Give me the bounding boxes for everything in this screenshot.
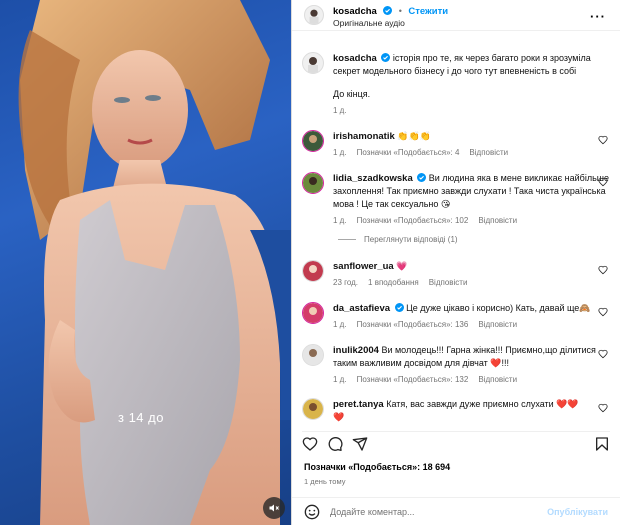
video-overlay-text: з 14 до <box>118 410 164 425</box>
commenter-avatar[interactable] <box>302 344 324 366</box>
commenter-avatar[interactable] <box>302 398 324 420</box>
comment-text: Це дуже цікаво і корисно) Кать, давай ще… <box>406 303 591 313</box>
comment-text: 💗 <box>396 261 408 271</box>
reply-button[interactable]: Відповісти <box>478 374 517 385</box>
model-figure-image <box>18 0 291 525</box>
follow-button[interactable]: Стежити <box>408 6 448 17</box>
caption-text-2: До кінця. <box>333 89 371 100</box>
view-replies-label: Переглянути відповіді (1) <box>364 235 458 244</box>
speaker-muted-icon <box>269 504 279 512</box>
save-bookmark-icon[interactable] <box>594 436 610 452</box>
comment-text: Катя, вас завжди дуже приємно слухати ❤️… <box>386 399 579 409</box>
like-comment-heart-icon[interactable] <box>598 265 608 275</box>
commenter-avatar[interactable] <box>302 172 324 194</box>
more-options-icon[interactable]: ··· <box>590 9 606 24</box>
commenter-avatar[interactable] <box>302 260 324 282</box>
commenter-avatar[interactable] <box>302 302 324 324</box>
comments-list: kosadcha історія про те, як через багато… <box>292 42 620 428</box>
commenter-username[interactable]: lidia_szadkowska <box>333 173 413 184</box>
mute-button[interactable] <box>263 497 285 519</box>
author-avatar[interactable] <box>304 5 324 25</box>
comment-item: inulik2004 Ви молодець!!! Гарна жінка!!!… <box>302 344 610 386</box>
instagram-post: з 14 до kosadcha • Стежити Оригінальне а… <box>0 0 620 525</box>
audio-label[interactable]: Оригінальне аудіо <box>333 19 448 29</box>
comment-likes[interactable]: Позначки «Подобається»: 136 <box>357 319 469 330</box>
reply-button[interactable]: Відповісти <box>478 215 517 226</box>
verified-badge-icon <box>381 53 391 62</box>
comment-time: 1 д. <box>333 216 347 226</box>
caption-avatar[interactable] <box>302 52 324 74</box>
comment-bubble-icon[interactable] <box>327 436 343 452</box>
commenter-username[interactable]: peret.tanya <box>333 399 384 410</box>
commenter-username[interactable]: sanflower_ua <box>333 261 394 272</box>
like-heart-icon[interactable] <box>302 436 318 452</box>
comment-item: irishamonatik 👏👏👏 1 д. Позначки «Подобає… <box>302 130 610 159</box>
comment-likes[interactable]: Позначки «Подобається»: 132 <box>357 374 469 385</box>
post-likes-count[interactable]: Позначки «Подобається»: 18 694 <box>304 462 450 472</box>
share-send-icon[interactable] <box>352 436 368 452</box>
comment-likes[interactable]: 1 вподобання <box>368 277 419 288</box>
verified-badge-icon <box>383 5 393 15</box>
caption-time: 1 д. <box>333 106 347 116</box>
comment-likes[interactable]: Позначки «Подобається»: 4 <box>357 147 460 158</box>
like-comment-heart-icon[interactable] <box>598 349 608 359</box>
reply-button[interactable]: Відповісти <box>429 277 468 288</box>
verified-badge-icon <box>417 173 427 182</box>
post-video[interactable]: з 14 до <box>0 0 291 525</box>
caption-username[interactable]: kosadcha <box>333 53 377 64</box>
commenter-username[interactable]: da_astafieva <box>333 303 390 314</box>
post-header: kosadcha • Стежити Оригінальне аудіо ··· <box>292 0 620 31</box>
like-comment-heart-icon[interactable] <box>598 135 608 145</box>
comment-text-continued: ❤️ <box>333 412 345 423</box>
comment-likes[interactable]: Позначки «Подобається»: 102 <box>357 215 469 226</box>
commenter-username[interactable]: inulik2004 <box>333 345 379 356</box>
comment-item: sanflower_ua 💗 23 год. 1 вподобання Відп… <box>302 260 610 289</box>
emoji-smile-icon[interactable] <box>304 504 320 520</box>
view-replies-button[interactable]: Переглянути відповіді (1) <box>338 235 458 244</box>
comment-composer: Опублікувати <box>292 497 620 525</box>
comment-text: 👏👏👏 <box>397 131 431 141</box>
comment-item: lidia_szadkowska Ви людина яка в мене ви… <box>302 172 610 226</box>
comment-time: 1 д. <box>333 148 347 158</box>
replies-line <box>338 239 356 240</box>
comment-item: peret.tanya Катя, вас завжди дуже приємн… <box>302 398 610 424</box>
verified-badge-icon <box>394 303 404 312</box>
comment-time: 1 д. <box>333 320 347 330</box>
reply-button[interactable]: Відповісти <box>478 319 517 330</box>
comment-input[interactable] <box>330 506 548 517</box>
like-comment-heart-icon[interactable] <box>598 177 608 187</box>
like-comment-heart-icon[interactable] <box>598 307 608 317</box>
commenter-username[interactable]: irishamonatik <box>333 131 395 142</box>
commenter-avatar[interactable] <box>302 130 324 152</box>
publish-button[interactable]: Опублікувати <box>547 507 608 517</box>
comment-time: 23 год. <box>333 278 359 288</box>
reply-button[interactable]: Відповісти <box>469 147 508 158</box>
post-side-panel: kosadcha • Стежити Оригінальне аудіо ···… <box>291 0 620 525</box>
like-comment-heart-icon[interactable] <box>598 403 608 413</box>
post-caption: kosadcha історія про те, як через багато… <box>302 52 610 116</box>
comment-item: da_astafieva Це дуже цікаво і корисно) К… <box>302 302 610 331</box>
separator-dot: • <box>398 5 402 16</box>
comment-time: 1 д. <box>333 375 347 385</box>
post-action-bar <box>302 431 610 457</box>
author-username[interactable]: kosadcha <box>333 6 377 17</box>
post-date[interactable]: 1 день тому <box>304 477 345 486</box>
